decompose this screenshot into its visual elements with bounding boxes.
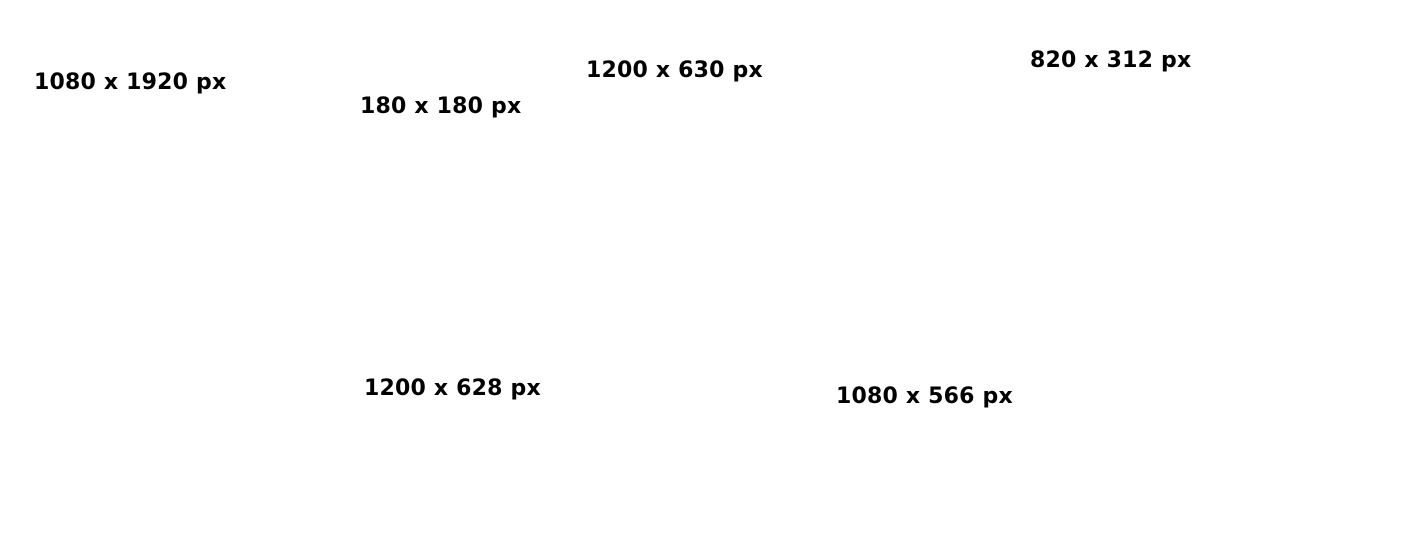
image-size-labels-canvas: 1080 x 1920 px 180 x 180 px 1200 x 630 p… xyxy=(0,0,1406,556)
size-label-1080x566: 1080 x 566 px xyxy=(836,384,1013,409)
size-label-180x180: 180 x 180 px xyxy=(360,94,522,119)
size-label-1200x628: 1200 x 628 px xyxy=(364,376,541,401)
size-label-1080x1920: 1080 x 1920 px xyxy=(34,70,227,95)
size-label-820x312: 820 x 312 px xyxy=(1030,48,1192,73)
size-label-1200x630: 1200 x 630 px xyxy=(586,58,763,83)
